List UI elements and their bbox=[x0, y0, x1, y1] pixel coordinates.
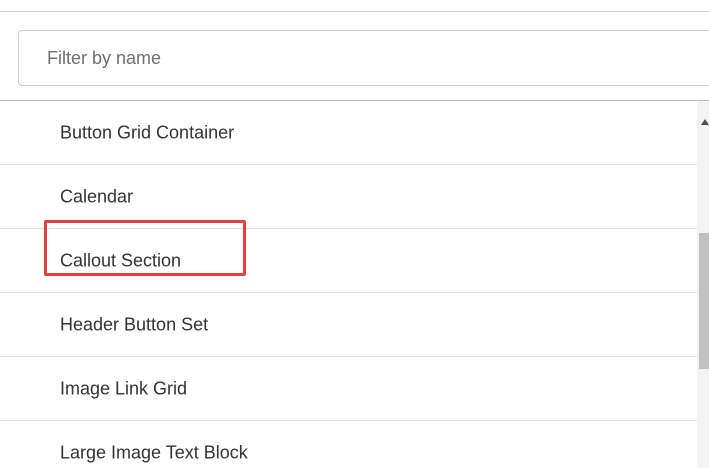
list-item-label: Large Image Text Block bbox=[60, 442, 248, 463]
list-item-image-link-grid[interactable]: Image Link Grid bbox=[0, 357, 697, 421]
list-item-large-image-text-block[interactable]: Large Image Text Block bbox=[0, 421, 697, 468]
list-item-label: Calendar bbox=[60, 186, 134, 206]
component-list: Button Grid Container Calendar Callout S… bbox=[0, 101, 697, 468]
list-item-label: Header Button Set bbox=[60, 314, 209, 334]
top-divider bbox=[0, 11, 709, 12]
list-item-header-button-set[interactable]: Header Button Set bbox=[0, 293, 697, 357]
filter-input[interactable] bbox=[19, 31, 709, 85]
triangle-up-icon[interactable] bbox=[701, 119, 709, 125]
vertical-scrollbar[interactable] bbox=[697, 101, 709, 468]
filter-field[interactable] bbox=[18, 30, 709, 86]
list-item-label: Callout Section bbox=[60, 250, 182, 270]
list-item-label: Image Link Grid bbox=[60, 378, 188, 398]
list-item-calendar[interactable]: Calendar bbox=[0, 165, 697, 229]
list-item-label: Button Grid Container bbox=[60, 122, 235, 142]
list-item-button-grid-container[interactable]: Button Grid Container bbox=[0, 101, 697, 165]
scrollbar-thumb[interactable] bbox=[699, 233, 709, 369]
list-item-callout-section[interactable]: Callout Section bbox=[0, 229, 697, 293]
component-picker-panel: Button Grid Container Calendar Callout S… bbox=[0, 0, 709, 468]
